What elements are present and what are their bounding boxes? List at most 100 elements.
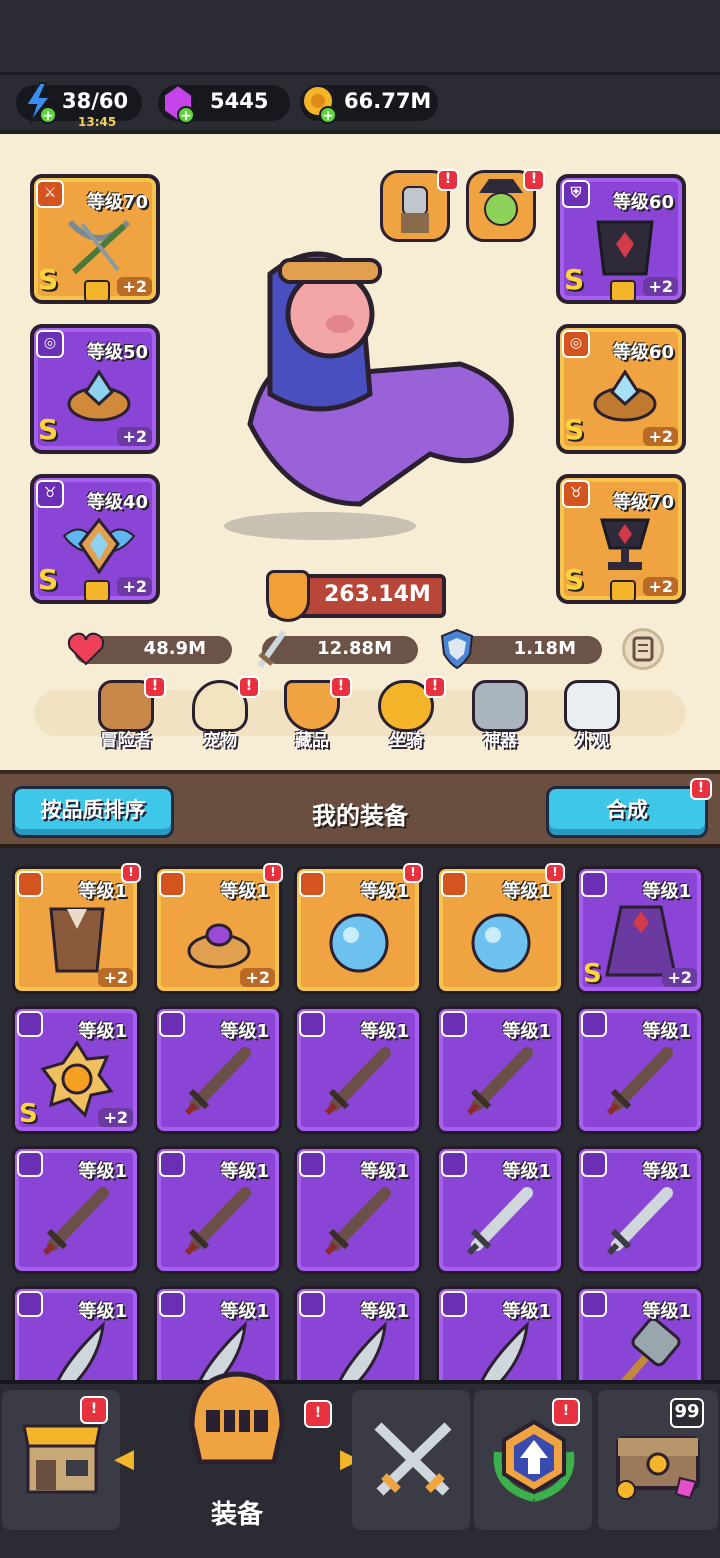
plus-badge: +2 — [643, 427, 678, 446]
equip-slot-necklace[interactable]: ♉ 等级40 S +2 — [30, 474, 160, 604]
list-detail-icon — [632, 636, 654, 662]
item-type-icon — [159, 1011, 185, 1037]
bottom-tab-bar: ! ◀ ▶ ! 装备 ! 99 — [0, 1371, 720, 1558]
item-type-icon — [581, 1291, 607, 1317]
tab-shop[interactable]: ! — [2, 1390, 120, 1530]
grade-label: S — [38, 263, 59, 296]
equip-slot-ring-2[interactable]: ◎ 等级60 S +2 — [556, 324, 686, 454]
inventory-item[interactable]: 等级1! — [436, 863, 565, 994]
inventory-item[interactable]: 等级1 — [12, 1146, 140, 1274]
energy-timer: 13:45 — [78, 115, 117, 129]
nav-collection[interactable]: 藏品 ! — [272, 676, 352, 756]
chalice-icon — [600, 518, 650, 570]
item-type-icon — [17, 1011, 43, 1037]
inventory-item[interactable]: 等级1 — [576, 1286, 704, 1380]
ring-icon — [187, 923, 251, 969]
inventory-item[interactable]: 等级1 — [576, 1006, 704, 1134]
pirate-ally-portrait[interactable]: ! — [466, 169, 545, 242]
merge-button[interactable]: 合成 — [546, 786, 708, 838]
inventory-item[interactable]: 等级1 — [436, 1146, 564, 1274]
inventory-item[interactable]: 等级1 — [154, 1146, 282, 1274]
knight-ally-portrait[interactable]: ! — [380, 169, 459, 242]
nav-label: 坐骑 — [389, 731, 423, 751]
combat-power-value: 263.14M — [324, 582, 431, 607]
ring-icon — [67, 369, 131, 422]
sword-wood-icon — [324, 1187, 391, 1256]
inventory-item[interactable]: 等级1 — [12, 1286, 140, 1380]
scimitar-icon — [338, 1321, 387, 1380]
gold-value: 66.77M — [344, 89, 432, 113]
winged-emblem-icon — [62, 517, 136, 575]
energy-value: 38/60 — [62, 89, 129, 113]
nav-artifact[interactable]: 神器 — [460, 680, 540, 756]
chevron-left-icon[interactable]: ◀ — [114, 1444, 134, 1474]
nav-label: 外观 — [575, 731, 609, 751]
shop-icon — [22, 1424, 102, 1494]
item-type-icon — [299, 1011, 325, 1037]
tab-battle[interactable] — [352, 1390, 470, 1530]
tab-equipment[interactable]: ◀ ▶ ! 装备 — [114, 1371, 360, 1530]
lock-icon — [610, 580, 636, 602]
energy-counter[interactable]: + 38/60 13:45 — [16, 82, 142, 129]
inventory-item[interactable]: 等级1 +2! — [12, 863, 141, 994]
tab-equipment-label: 装备 — [210, 1500, 263, 1530]
plus-badge: +2 — [643, 277, 678, 296]
inventory-item[interactable]: 等级1 — [294, 1006, 422, 1134]
alert-badge: ! — [523, 169, 545, 191]
item-type-icon — [159, 871, 185, 897]
alert-badge: ! — [238, 676, 260, 698]
nav-appearance[interactable]: 外观 — [552, 680, 632, 756]
item-type-icon — [17, 1151, 43, 1177]
item-type-icon — [441, 1151, 467, 1177]
defense-value: 1.18M — [513, 638, 576, 659]
sword-icon — [257, 630, 287, 668]
inventory-item[interactable]: 等级1 — [576, 1146, 704, 1274]
inventory-item[interactable]: 等级1 — [436, 1006, 564, 1134]
inventory-item[interactable]: 等级1 — [294, 1146, 422, 1274]
item-type-icon — [441, 1011, 467, 1037]
equip-slot-ring[interactable]: ◎ 等级50 S +2 — [30, 324, 160, 454]
knight-helmet-icon — [189, 1371, 285, 1465]
lock-icon — [84, 280, 110, 302]
hero-character-illustration — [224, 251, 514, 540]
gem-counter[interactable]: + 5445 — [158, 83, 290, 124]
svg-text:+: + — [42, 108, 54, 124]
item-type-icon — [441, 1291, 467, 1317]
grade-label: S — [19, 1099, 38, 1129]
grade-label: S — [564, 263, 585, 296]
treasure-chest-icon — [616, 1436, 700, 1500]
equip-slot-armor[interactable]: ⛨ 等级60 S +2 — [556, 174, 686, 304]
inventory-item[interactable]: 等级1 +2! — [154, 863, 283, 994]
nav-adventurer[interactable]: 冒险者 ! — [86, 676, 166, 756]
necklace-type-icon: ♉ — [36, 480, 64, 508]
nav-label: 宠物 — [203, 731, 237, 751]
plus-badge: +2 — [117, 427, 152, 446]
equip-slot-trinket[interactable]: ♉ 等级70 S +2 — [556, 474, 686, 604]
dark-armor-icon — [596, 220, 654, 276]
new-item-badge: ! — [545, 863, 565, 883]
stats-detail-button[interactable] — [622, 628, 664, 670]
orb-icon — [329, 913, 389, 973]
grade-label: S — [564, 413, 585, 446]
inventory-item[interactable]: 等级1! — [294, 863, 423, 994]
lock-icon — [610, 280, 636, 302]
inventory-item[interactable]: 等级1 S +2 — [12, 1006, 140, 1134]
nav-pet[interactable]: 宠物 ! — [180, 676, 260, 756]
nav-mount[interactable]: 坐骑 ! — [366, 676, 446, 756]
inventory-item[interactable]: 等级1 — [436, 1286, 564, 1380]
heart-icon — [67, 632, 105, 666]
ring-icon — [593, 369, 657, 422]
hammer-icon — [620, 1319, 681, 1380]
item-type-icon — [299, 1151, 325, 1177]
tab-upgrade[interactable]: ! — [474, 1390, 592, 1530]
gold-counter[interactable]: + 66.77M — [300, 85, 438, 124]
nav-label: 冒险者 — [100, 731, 152, 751]
inventory-item[interactable]: 等级1 S +2 — [576, 866, 704, 994]
tab-treasure[interactable]: 99 — [598, 1390, 718, 1530]
armor-icon — [49, 907, 105, 973]
grade-label: S — [583, 959, 602, 989]
inventory-item[interactable]: 等级1 — [154, 1006, 282, 1134]
inventory-item[interactable]: 等级1 — [294, 1286, 422, 1380]
sword-wood-icon — [466, 1047, 533, 1116]
equip-slot-weapon[interactable]: ⚔ 等级70 S +2 — [30, 174, 160, 304]
